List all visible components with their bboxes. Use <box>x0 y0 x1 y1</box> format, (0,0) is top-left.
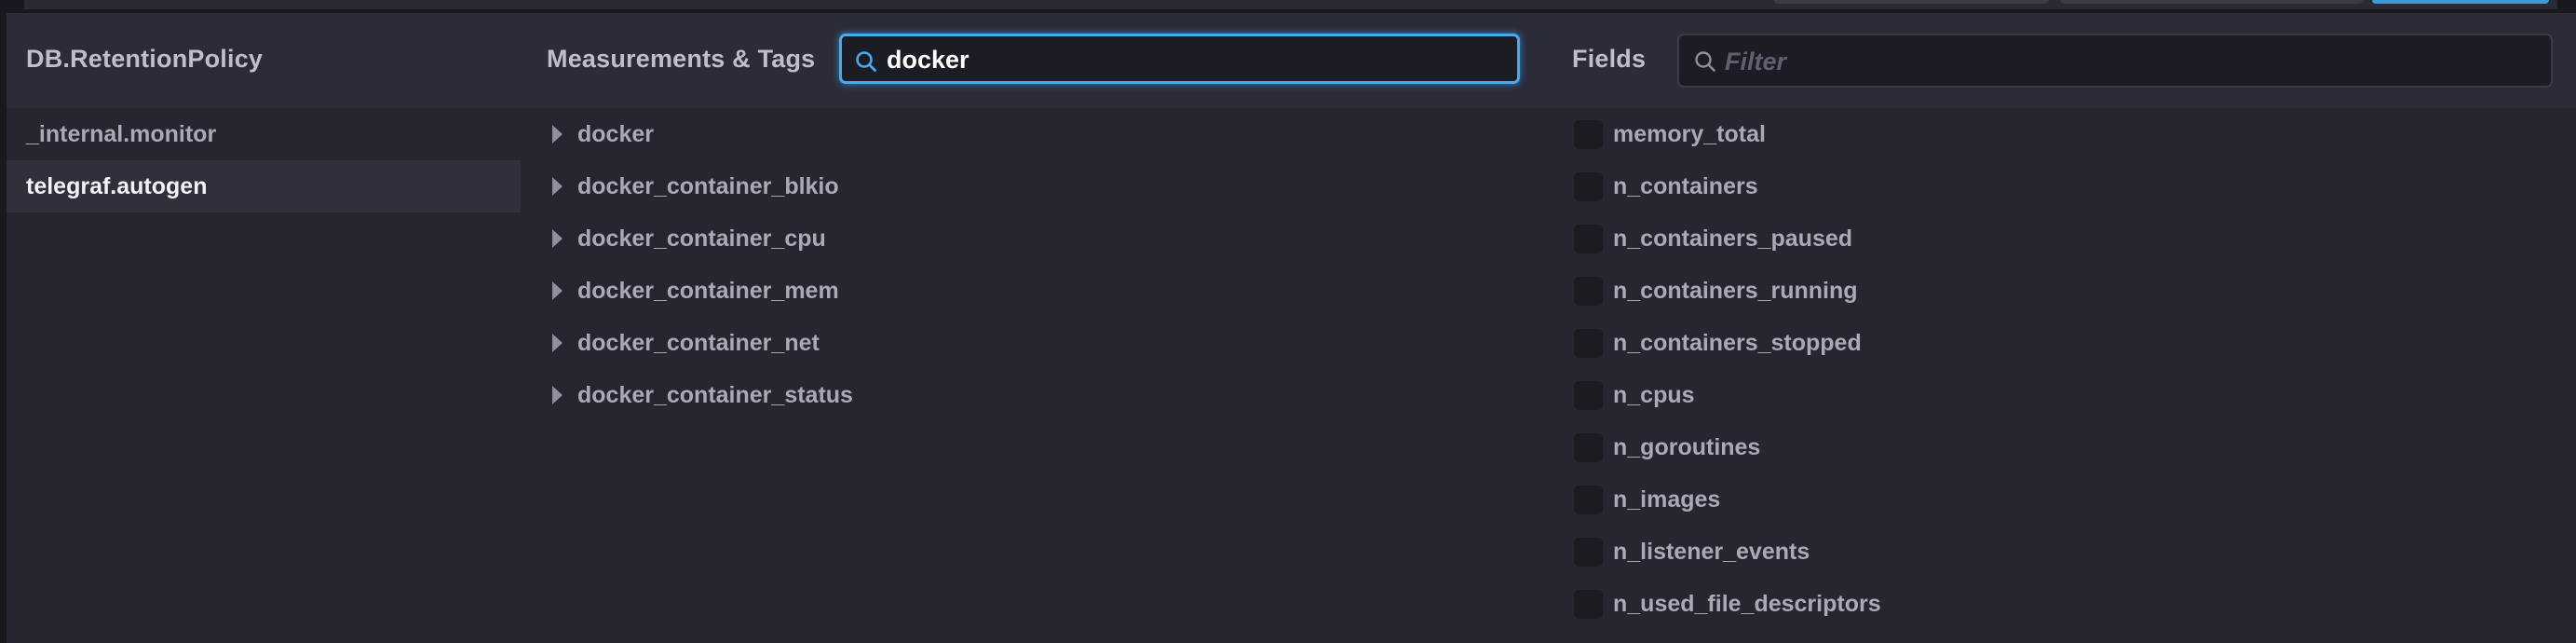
top-toolbar-edge <box>0 0 2576 13</box>
schema-explorer: DB.RetentionPolicy _internal.monitor tel… <box>0 13 2576 643</box>
measurements-search-box[interactable] <box>839 34 1520 84</box>
measurement-item[interactable]: docker_container_cpu <box>521 212 1549 265</box>
field-label: n_images <box>1613 486 1721 513</box>
measurement-item[interactable]: docker_container_mem <box>521 265 1549 317</box>
field-label: n_cpus <box>1613 382 1695 408</box>
measurement-label: docker_container_cpu <box>577 226 826 252</box>
field-item[interactable]: n_containers_running <box>1549 265 2576 317</box>
field-item[interactable]: n_containers_paused <box>1549 212 2576 265</box>
caret-right-icon[interactable] <box>552 281 563 300</box>
db-item-selected[interactable]: telegraf.autogen <box>7 160 521 212</box>
toolbar-control[interactable] <box>2060 0 2363 4</box>
toolbar-control[interactable] <box>1774 0 2049 4</box>
search-icon <box>1695 51 1715 72</box>
field-item[interactable]: n_goroutines <box>1549 421 2576 473</box>
measurements-search-input[interactable] <box>887 44 1492 75</box>
field-item[interactable]: n_used_file_descriptors <box>1549 578 2576 630</box>
field-label: n_goroutines <box>1613 434 1761 460</box>
field-item[interactable]: n_containers_stopped <box>1549 317 2576 369</box>
field-checkbox[interactable] <box>1574 590 1603 619</box>
measurement-label: docker_container_mem <box>577 278 839 304</box>
field-label: n_containers_running <box>1613 278 1858 304</box>
field-checkbox[interactable] <box>1574 538 1603 567</box>
field-checkbox[interactable] <box>1574 277 1603 306</box>
measurement-item[interactable]: docker_container_status <box>521 369 1549 421</box>
field-label: n_containers <box>1613 173 1758 199</box>
measurement-item[interactable]: docker_container_net <box>521 317 1549 369</box>
field-label: n_containers_paused <box>1613 226 1853 252</box>
measurements-list: docker docker_container_blkio docker_con… <box>521 108 1549 421</box>
field-label: n_containers_stopped <box>1613 330 1862 356</box>
field-label: n_used_file_descriptors <box>1613 591 1881 617</box>
measurement-label: docker_container_blkio <box>577 173 839 199</box>
toolbar-primary-button[interactable] <box>2372 0 2549 4</box>
db-column: DB.RetentionPolicy _internal.monitor tel… <box>7 13 521 643</box>
field-checkbox[interactable] <box>1574 172 1603 201</box>
field-label: memory_total <box>1613 121 1766 147</box>
fields-column: Fields memory_total n_containers n_conta… <box>1549 13 2576 643</box>
measurement-label: docker <box>577 121 654 147</box>
measurement-item[interactable]: docker <box>521 108 1549 160</box>
db-list: _internal.monitor telegraf.autogen <box>7 108 521 212</box>
fields-list: memory_total n_containers n_containers_p… <box>1549 108 2576 630</box>
field-checkbox[interactable] <box>1574 225 1603 253</box>
caret-right-icon[interactable] <box>552 334 563 352</box>
field-item[interactable]: n_cpus <box>1549 369 2576 421</box>
measurement-item[interactable]: docker_container_blkio <box>521 160 1549 212</box>
field-checkbox[interactable] <box>1574 486 1603 514</box>
fields-filter-input[interactable] <box>1725 46 2526 77</box>
caret-right-icon[interactable] <box>552 177 563 196</box>
search-icon <box>856 51 876 72</box>
fields-filter-box[interactable] <box>1677 34 2553 88</box>
measurements-column-header: Measurements & Tags <box>521 13 1549 108</box>
field-item[interactable]: memory_total <box>1549 108 2576 160</box>
field-checkbox[interactable] <box>1574 433 1603 462</box>
measurement-label: docker_container_status <box>577 382 853 408</box>
field-item[interactable]: n_images <box>1549 473 2576 526</box>
field-checkbox[interactable] <box>1574 329 1603 358</box>
caret-right-icon[interactable] <box>552 386 563 404</box>
field-label: n_listener_events <box>1613 539 1810 565</box>
field-checkbox[interactable] <box>1574 381 1603 410</box>
db-column-title: DB.RetentionPolicy <box>26 45 264 73</box>
measurements-column: Measurements & Tags docker docker_contai… <box>521 13 1549 643</box>
field-checkbox[interactable] <box>1574 120 1603 149</box>
db-column-header: DB.RetentionPolicy <box>7 13 521 108</box>
measurements-column-title: Measurements & Tags <box>547 45 816 73</box>
field-item[interactable]: n_containers <box>1549 160 2576 212</box>
db-item[interactable]: _internal.monitor <box>7 108 521 160</box>
measurement-label: docker_container_net <box>577 330 820 356</box>
caret-right-icon[interactable] <box>552 125 563 144</box>
fields-column-title: Fields <box>1572 45 1647 73</box>
caret-right-icon[interactable] <box>552 229 563 248</box>
field-item[interactable]: n_listener_events <box>1549 526 2576 578</box>
fields-column-header: Fields <box>1549 13 2576 108</box>
